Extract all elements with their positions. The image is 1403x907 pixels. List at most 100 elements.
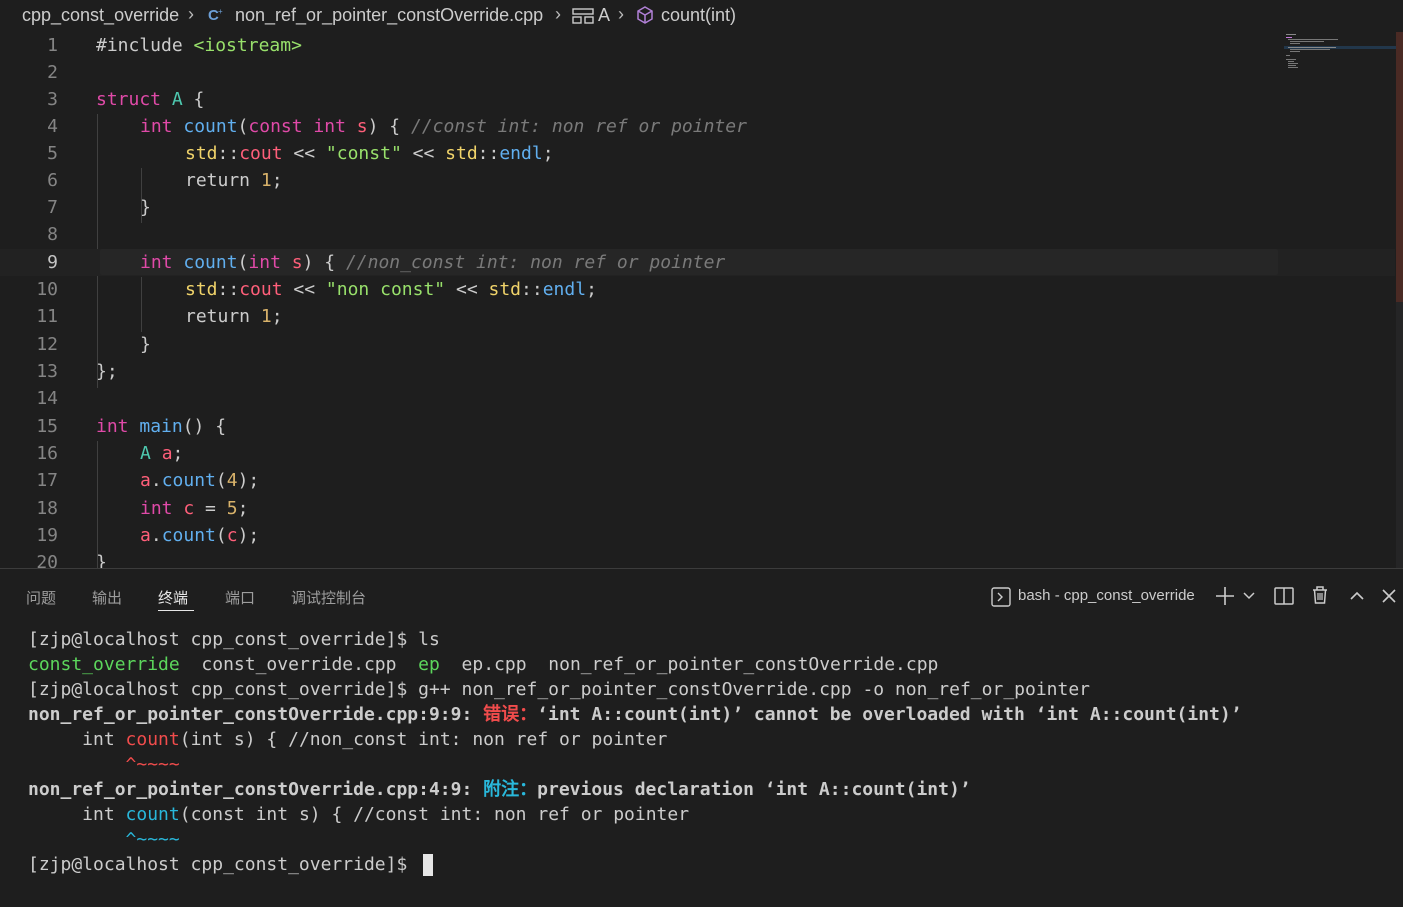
breadcrumb-method[interactable]: count(int) (661, 5, 736, 26)
line-number: 9 (47, 252, 58, 273)
line-number: 7 (47, 197, 58, 218)
breadcrumb-file[interactable]: non_ref_or_pointer_constOverride.cpp (235, 5, 543, 26)
terminal-line: int count(const int s) { //const int: no… (28, 802, 689, 827)
line-number: 18 (36, 498, 58, 519)
token-namespace: std (185, 143, 218, 164)
line-number: 19 (36, 525, 58, 546)
plus-icon[interactable] (1214, 585, 1236, 607)
line-number: 15 (36, 416, 58, 437)
token-punc: :: (477, 143, 500, 164)
line-content: std::cout << "non const" << std::endl; (185, 276, 597, 303)
token-punc: . (150, 470, 162, 491)
token-punc: () { (182, 416, 227, 437)
line-content: #include <iostream> (96, 32, 302, 59)
token-punc: { (182, 89, 205, 110)
line-content: int c = 5; (140, 495, 248, 522)
tab-problems[interactable]: 问题 (26, 587, 56, 608)
token-string: "non const" (325, 279, 446, 300)
token-function: count (161, 470, 216, 491)
token-keyword: int (140, 116, 173, 137)
source-text: int (28, 804, 126, 825)
token-punc: ; (271, 170, 283, 191)
token-punc: ( (237, 116, 249, 137)
chevron-down-icon[interactable] (1242, 589, 1256, 603)
note-message: previous declaration ‘int A::count(int)’ (537, 779, 971, 800)
token-namespace: std (445, 143, 478, 164)
ls-dir: ep (418, 654, 440, 675)
line-content: a.count(4); (140, 467, 259, 494)
token-function: count (183, 252, 238, 273)
code-line: 14 (0, 385, 1395, 412)
token-class: A (171, 89, 183, 110)
code-line-current: 9 int count(int s) { //non_const int: no… (0, 249, 1395, 276)
line-content: struct A { (96, 86, 204, 113)
token-number: 5 (226, 498, 238, 519)
close-icon[interactable] (1380, 587, 1398, 605)
terminal-line: non_ref_or_pointer_constOverride.cpp:9:9… (28, 702, 1242, 727)
split-terminal-icon[interactable] (1273, 585, 1295, 607)
token-punc: ( (237, 252, 249, 273)
token-keyword: const (248, 116, 303, 137)
tab-ports[interactable]: 端口 (225, 587, 255, 608)
line-number: 17 (36, 470, 58, 491)
line-number: 6 (47, 170, 58, 191)
code-line: 6 return 1; (0, 167, 1395, 194)
line-content: } (140, 194, 151, 221)
source-text: (int s) { //non_const int: non ref or po… (179, 729, 668, 750)
scrollbar-thumb[interactable] (1396, 32, 1403, 302)
cpp-file-icon: C + (208, 7, 223, 24)
line-content: A a; (140, 440, 183, 467)
line-content: } (140, 331, 151, 358)
ls-file: non_ref_or_pointer_constOverride.cpp (548, 654, 939, 675)
line-number: 16 (36, 443, 58, 464)
tab-terminal[interactable]: 终端 (158, 587, 188, 608)
token-string: "const" (325, 143, 402, 164)
ls-dir: const_override (28, 654, 180, 675)
chevron-up-icon[interactable] (1348, 587, 1366, 605)
token-punc: } (140, 197, 151, 218)
breadcrumb-struct[interactable]: A (598, 5, 610, 26)
line-number: 11 (36, 306, 58, 327)
line-number: 4 (47, 116, 58, 137)
token-keyword: struct (96, 89, 162, 110)
minimap[interactable] (1284, 32, 1396, 72)
token-keyword: int (140, 498, 173, 519)
source-highlight: count (125, 804, 180, 825)
token-operator: << (445, 279, 489, 300)
token-punc: ; (237, 498, 249, 519)
error-message: ‘int A::count(int)’ cannot be overloaded… (537, 704, 1242, 725)
token-comment: //const int: non ref or pointer (410, 116, 747, 137)
token-class: A (140, 443, 151, 464)
tab-output[interactable]: 输出 (92, 587, 122, 608)
line-number: 2 (47, 62, 58, 83)
token-punc: ; (586, 279, 597, 300)
line-content: return 1; (185, 167, 283, 194)
tab-debug-console[interactable]: 调试控制台 (291, 587, 366, 608)
svg-text:+: + (218, 7, 223, 16)
note-caret: ^~~~~ (28, 829, 180, 850)
token-punc: :: (217, 279, 240, 300)
code-editor[interactable]: 1 #include <iostream> 2 3 struct A { 4 i… (0, 32, 1403, 568)
line-content: } (96, 549, 107, 568)
token-function: endl (499, 143, 543, 164)
token-variable: cout (239, 143, 283, 164)
token-keyword: int (96, 416, 129, 437)
line-content: int main() { (96, 413, 226, 440)
trash-icon[interactable] (1309, 584, 1331, 606)
line-number: 10 (36, 279, 58, 300)
code-line: 11 return 1; (0, 303, 1395, 330)
line-number: 3 (47, 89, 58, 110)
code-line: 3 struct A { (0, 86, 1395, 113)
line-content: std::cout << "const" << std::endl; (185, 140, 554, 167)
token-variable: a (140, 525, 151, 546)
terminal-instance-name[interactable]: bash - cpp_const_override (1018, 587, 1195, 604)
line-number: 14 (36, 388, 58, 409)
breadcrumb-folder[interactable]: cpp_const_override (22, 5, 179, 26)
token-variable: c (183, 498, 195, 519)
code-line: 10 std::cout << "non const" << std::endl… (0, 276, 1395, 303)
token-keyword: int (248, 252, 281, 273)
token-operator: << (282, 143, 326, 164)
terminal-output[interactable]: [zjp@localhost cpp_const_override]$ ls c… (0, 625, 1403, 905)
line-number: 20 (36, 552, 58, 568)
terminal-line: [zjp@localhost cpp_const_override]$ ls (28, 629, 440, 650)
